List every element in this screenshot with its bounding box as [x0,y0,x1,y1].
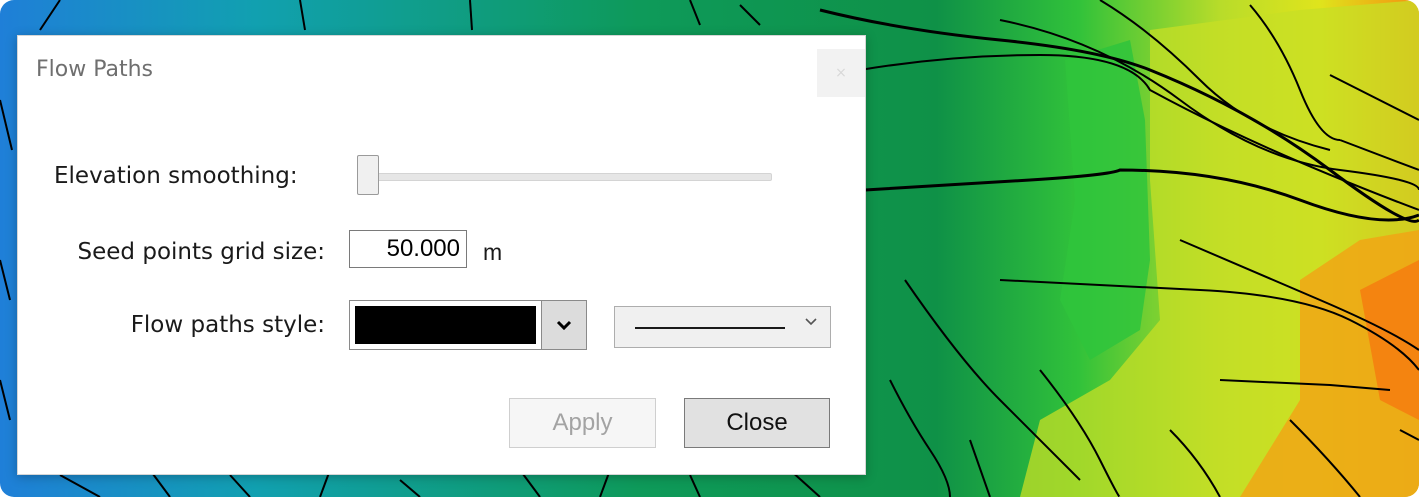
color-dropdown-button[interactable] [541,301,586,349]
elevation-smoothing-slider[interactable] [357,155,379,195]
apply-button[interactable]: Apply [509,398,656,448]
chevron-down-icon [556,320,572,330]
flow-color-dropdown[interactable] [349,300,587,350]
dialog-title: Flow Paths [36,57,154,82]
map-viewport[interactable]: Flow Paths × Elevation smoothing: Seed p… [0,0,1419,497]
line-dropdown-button[interactable] [804,317,818,327]
line-style-sample [635,327,785,329]
seed-grid-unit: m [483,239,503,265]
seed-grid-label: Seed points grid size: [77,239,325,265]
flow-line-style-dropdown[interactable] [614,306,831,348]
elevation-smoothing-label: Elevation smoothing: [54,163,298,189]
chevron-down-icon [805,318,817,326]
flow-style-label: Flow paths style: [130,312,325,338]
elevation-smoothing-track[interactable] [371,173,772,181]
close-button[interactable]: Close [684,398,830,448]
color-swatch [355,306,536,344]
close-icon[interactable]: × [817,49,865,97]
flow-paths-dialog: Flow Paths × Elevation smoothing: Seed p… [17,35,866,475]
seed-grid-input[interactable] [349,230,467,268]
